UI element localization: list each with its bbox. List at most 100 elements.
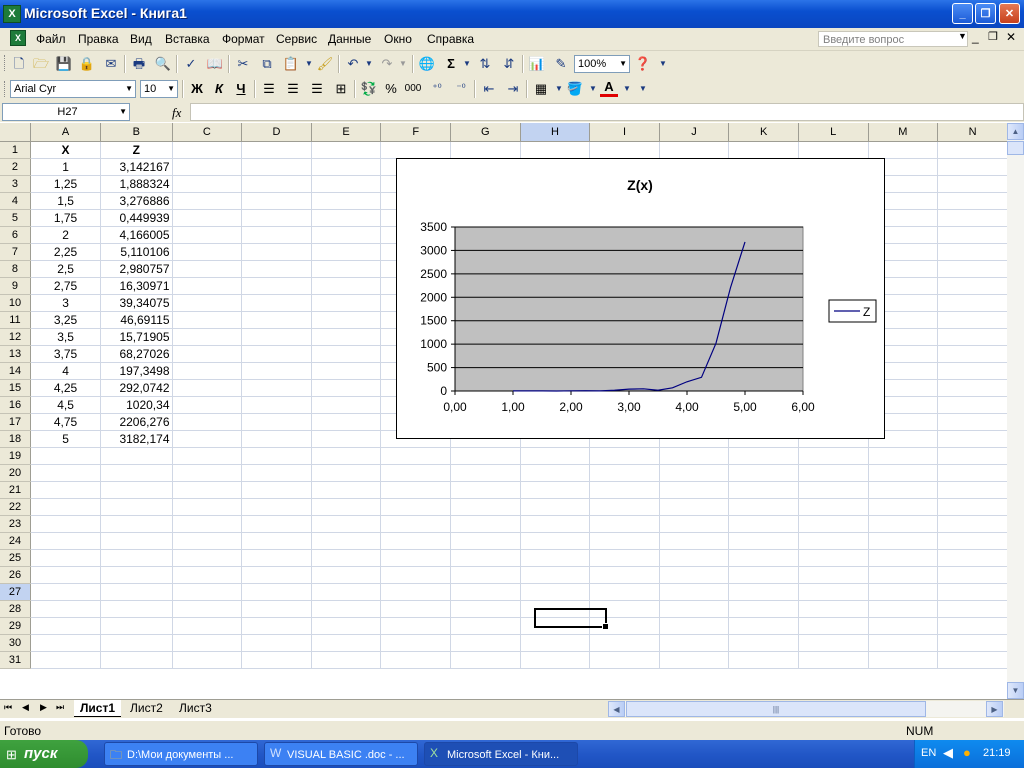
cell[interactable] [241,549,312,567]
cell[interactable] [241,209,312,227]
cell[interactable] [172,362,243,380]
cell[interactable] [311,396,382,414]
cell[interactable] [450,532,521,550]
cell[interactable] [798,549,869,567]
cell[interactable] [937,277,1008,295]
cell[interactable] [589,634,660,652]
cell[interactable] [100,481,173,499]
cell[interactable] [241,430,312,448]
thousands-button[interactable]: 000 [404,80,422,98]
cell[interactable] [172,192,243,210]
row-header[interactable]: 21 [0,481,31,499]
cell[interactable] [241,311,312,329]
cell[interactable] [241,277,312,295]
cell[interactable] [30,447,102,465]
cell[interactable] [30,549,102,567]
row-header[interactable]: 12 [0,328,31,346]
cell[interactable] [30,566,102,584]
cell[interactable] [937,243,1008,261]
cell[interactable] [241,532,312,550]
cell[interactable] [728,634,799,652]
cell[interactable] [100,617,173,635]
row-header[interactable]: 15 [0,379,31,397]
cell[interactable] [937,413,1008,431]
fill-color-icon[interactable]: 🪣 [566,80,584,98]
cell[interactable] [311,362,382,380]
cell[interactable] [241,447,312,465]
cell[interactable]: 4,75 [30,413,102,431]
cell[interactable] [311,175,382,193]
cell[interactable] [311,600,382,618]
cell[interactable] [937,396,1008,414]
sheet-tab-3[interactable]: Лист3 [173,700,218,716]
cell[interactable] [868,651,939,669]
cell[interactable] [172,243,243,261]
restore-button[interactable]: ❐ [975,3,996,24]
cell[interactable] [172,464,243,482]
column-header[interactable]: J [659,123,730,142]
cell[interactable] [937,515,1008,533]
cell[interactable] [311,481,382,499]
cell[interactable]: 68,27026 [100,345,173,363]
cell[interactable] [30,464,102,482]
column-header[interactable]: E [311,123,382,142]
cell[interactable] [937,362,1008,380]
cell[interactable] [172,311,243,329]
cell[interactable] [241,583,312,601]
row-header[interactable]: 6 [0,226,31,244]
cell[interactable] [311,243,382,261]
cell[interactable] [100,549,173,567]
cell[interactable] [311,141,382,159]
spelling-icon[interactable]: ✓ [182,55,200,73]
cell[interactable] [937,311,1008,329]
cell[interactable] [380,617,451,635]
toolbar-grip[interactable] [4,81,8,97]
h-scroll-thumb[interactable]: ||| [626,701,926,717]
email-icon[interactable]: ✉ [102,55,120,73]
cell[interactable] [450,634,521,652]
column-header[interactable]: B [100,123,173,142]
column-header[interactable]: L [798,123,869,142]
menu-help[interactable]: Справка [427,32,474,46]
column-header[interactable]: H [520,123,591,142]
cell[interactable] [172,549,243,567]
cell[interactable] [450,515,521,533]
cell[interactable] [659,141,730,159]
cell[interactable] [172,413,243,431]
tray-app-icon[interactable]: ● [963,745,971,760]
cell[interactable] [241,362,312,380]
cell[interactable] [311,498,382,516]
cell[interactable] [798,464,869,482]
name-box[interactable]: H27 ▼ [2,103,130,121]
cell[interactable] [520,583,591,601]
cell[interactable] [241,379,312,397]
cell[interactable] [868,498,939,516]
cell[interactable] [311,226,382,244]
cell[interactable] [728,583,799,601]
column-header[interactable]: G [450,123,521,142]
cell[interactable] [172,175,243,193]
cell[interactable] [100,464,173,482]
percent-button[interactable]: % [382,80,400,98]
cell[interactable] [589,498,660,516]
cell[interactable] [728,532,799,550]
cell[interactable]: 0,449939 [100,209,173,227]
align-left-icon[interactable]: ☰ [260,80,278,98]
row-header[interactable]: 27 [0,583,31,601]
cell[interactable] [868,566,939,584]
cell[interactable] [937,260,1008,278]
cell[interactable]: 1,5 [30,192,102,210]
cell[interactable] [937,464,1008,482]
menu-format[interactable]: Формат [222,32,265,46]
cell[interactable] [937,430,1008,448]
row-header[interactable]: 11 [0,311,31,329]
cell[interactable] [100,532,173,550]
cell[interactable]: 3,276886 [100,192,173,210]
decrease-decimal-icon[interactable]: ⁻⁰ [452,80,470,98]
redo-dropdown-icon[interactable]: ▼ [394,55,412,73]
cell[interactable]: 2,980757 [100,260,173,278]
cell[interactable] [659,481,730,499]
cell[interactable] [172,277,243,295]
row-header[interactable]: 31 [0,651,31,669]
cell[interactable] [450,481,521,499]
